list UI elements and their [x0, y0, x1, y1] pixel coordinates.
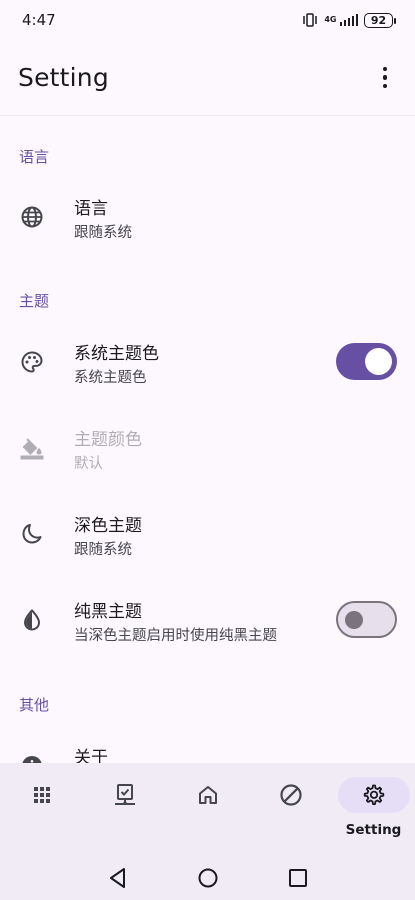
more-vert-icon[interactable]: [373, 63, 397, 93]
apps-grid-icon: [33, 787, 50, 803]
format-color-fill-icon: [20, 436, 44, 460]
home-icon: [198, 786, 217, 804]
setting-title: 关于: [74, 748, 108, 763]
palette-icon: [20, 350, 44, 374]
setting-subtitle: 系统主题色: [74, 370, 147, 386]
recents-square-icon: [288, 868, 307, 887]
nav-item-tasks[interactable]: [83, 763, 166, 855]
network-type: 4G: [324, 15, 337, 24]
setting-row-system-theme-color[interactable]: 系统主题色 系统主题色: [0, 323, 415, 401]
bottom-nav: Setting: [0, 763, 415, 855]
nav-label-setting: Setting: [345, 822, 402, 838]
contrast-icon: [20, 608, 44, 632]
home-button[interactable]: [163, 863, 253, 893]
setting-row-about[interactable]: 关于: [0, 727, 415, 763]
globe-icon: [20, 205, 44, 229]
setting-row-language[interactable]: 语言 跟随系统: [0, 178, 415, 256]
nav-item-apps[interactable]: [0, 763, 83, 855]
section-header-other: 其他: [19, 696, 50, 714]
recents-button[interactable]: [253, 863, 343, 893]
setting-subtitle: 跟随系统: [74, 542, 132, 558]
section-header-theme: 主题: [19, 292, 50, 310]
setting-subtitle: 跟随系统: [74, 225, 132, 241]
setting-title: 纯黑主题: [74, 602, 142, 622]
setting-title: 主题颜色: [74, 430, 142, 450]
switch-knob: [365, 348, 392, 375]
home-circle-icon: [198, 868, 217, 887]
app-bar: Setting: [0, 40, 415, 116]
setting-row-theme-color: 主题颜色 默认: [0, 409, 415, 487]
page-title: Setting: [18, 63, 109, 92]
info-icon: [20, 754, 44, 763]
setting-row-pure-black-theme[interactable]: 纯黑主题 当深色主题启用时使用纯黑主题: [0, 581, 415, 659]
setting-subtitle: 当深色主题启用时使用纯黑主题: [74, 628, 277, 644]
nav-item-setting[interactable]: Setting: [332, 763, 415, 855]
system-nav-bar: [0, 855, 415, 900]
block-icon: [279, 784, 302, 806]
setting-title: 深色主题: [74, 516, 142, 536]
battery-icon: 92: [364, 12, 396, 28]
settings-gear-icon: [363, 784, 384, 805]
task-board-icon: [114, 784, 135, 805]
settings-list[interactable]: 语言 语言 跟随系统 主题 系统主题色 系统主题色 主题颜色 默认 深色主题 跟…: [0, 117, 415, 763]
switch-knob: [345, 611, 363, 629]
back-button[interactable]: [73, 863, 163, 893]
status-bar: 4:47 4G 92: [0, 0, 415, 40]
back-triangle-icon: [109, 867, 125, 888]
setting-title: 系统主题色: [74, 344, 159, 364]
dark-mode-icon: [20, 522, 44, 546]
battery-level: 92: [370, 13, 387, 27]
nav-item-home[interactable]: [166, 763, 249, 855]
setting-row-dark-theme[interactable]: 深色主题 跟随系统: [0, 495, 415, 573]
system-theme-color-switch[interactable]: [336, 343, 397, 380]
status-time: 4:47: [22, 11, 56, 29]
setting-subtitle: 默认: [74, 456, 103, 472]
signal-icon: [339, 14, 358, 26]
nav-item-block[interactable]: [249, 763, 332, 855]
section-header-language: 语言: [19, 148, 50, 166]
vibrate-icon: [303, 13, 318, 27]
pure-black-theme-switch[interactable]: [336, 601, 397, 638]
setting-title: 语言: [74, 199, 108, 219]
status-icons: 4G 92: [302, 12, 396, 28]
